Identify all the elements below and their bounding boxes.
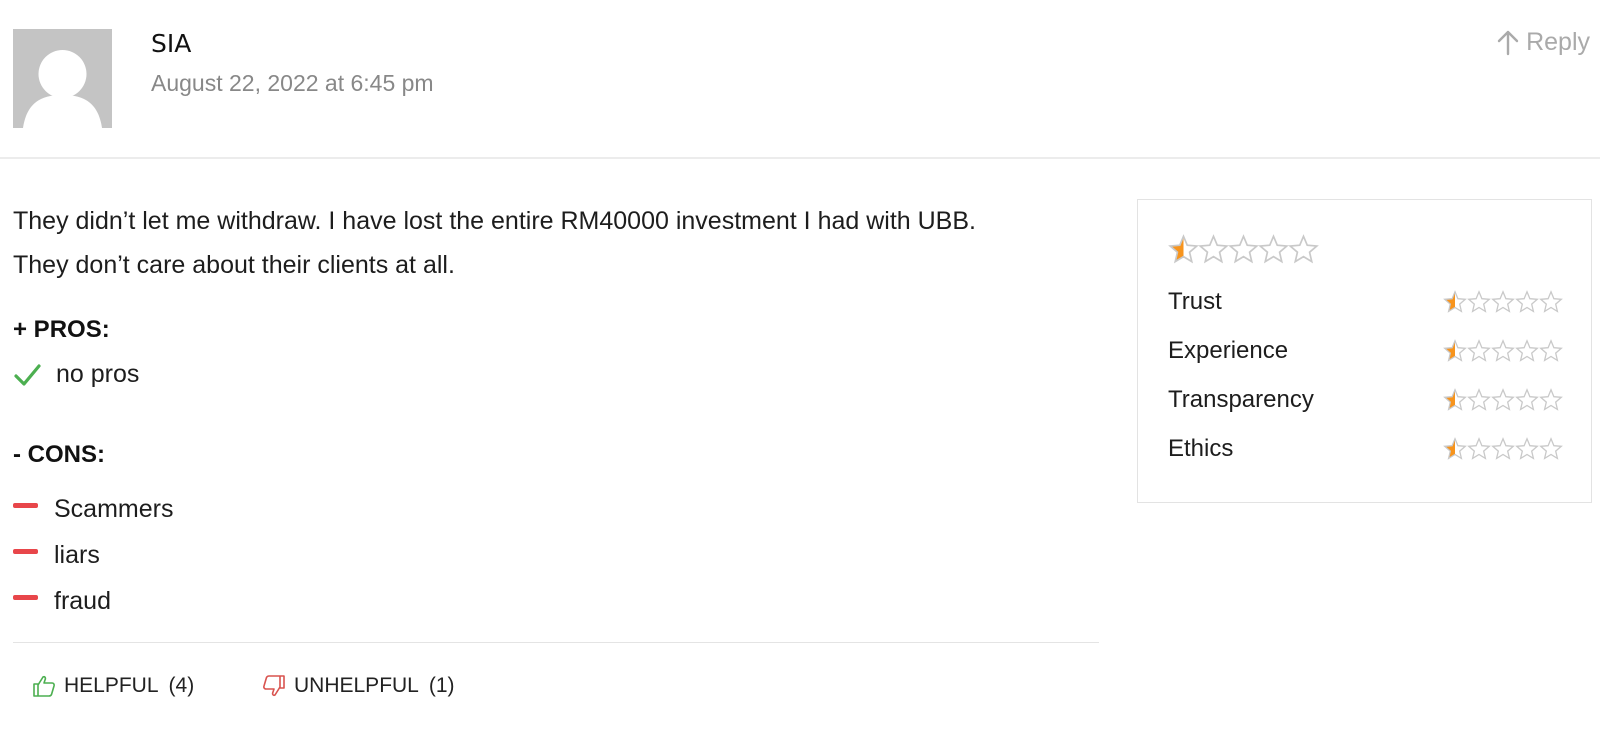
star-empty-icon (1539, 339, 1563, 362)
cons-item: liars (13, 541, 100, 570)
unhelpful-label: UNHELPFUL (294, 674, 419, 697)
star-empty-icon (1467, 437, 1491, 460)
rating-label: Trust (1168, 288, 1222, 315)
minus-icon (13, 595, 38, 600)
thumbs-up-icon (33, 675, 55, 697)
avatar (13, 29, 112, 128)
comment-date[interactable]: August 22, 2022 at 6:45 pm (151, 70, 434, 97)
default-user-avatar-icon (13, 29, 112, 128)
star-empty-icon (1515, 290, 1539, 313)
review-text-line: They don’t care about their clients at a… (13, 251, 455, 279)
rating-stars (1443, 388, 1563, 412)
star-empty-icon (1539, 290, 1563, 313)
minus-icon (13, 549, 38, 554)
unhelpful-button[interactable]: UNHELPFUL (1) (262, 674, 455, 698)
rating-row-ethics: Ethics (1168, 435, 1563, 463)
star-empty-icon (1198, 234, 1229, 264)
cons-item-label: Scammers (54, 495, 174, 523)
star-half-icon (1443, 339, 1467, 362)
comment-author: SIA (151, 29, 192, 58)
star-empty-icon (1467, 388, 1491, 411)
star-empty-icon (1515, 388, 1539, 411)
star-empty-icon (1515, 339, 1539, 362)
rating-stars (1443, 339, 1563, 363)
star-empty-icon (1539, 437, 1563, 460)
reply-button[interactable]: Reply (1496, 28, 1590, 57)
rating-row-transparency: Transparency (1168, 386, 1563, 414)
rating-row-trust: Trust (1168, 288, 1563, 316)
helpful-button[interactable]: HELPFUL (4) (32, 674, 194, 698)
thumbs-down-icon (263, 675, 285, 697)
pros-item-label: no pros (56, 360, 140, 388)
reply-label: Reply (1526, 28, 1590, 56)
star-empty-icon (1491, 339, 1515, 362)
rating-stars (1443, 437, 1563, 461)
star-empty-icon (1467, 290, 1491, 313)
star-half-icon (1443, 388, 1467, 411)
arrow-up-icon (1497, 30, 1519, 55)
helpful-label: HELPFUL (64, 674, 159, 697)
rating-label: Transparency (1168, 386, 1314, 413)
rating-label: Ethics (1168, 435, 1234, 462)
rating-label: Experience (1168, 337, 1289, 364)
star-empty-icon (1491, 437, 1515, 460)
cons-item: fraud (13, 587, 111, 616)
review-text: They didn’t let me withdraw. I have lost… (13, 199, 1098, 287)
rating-box: Trust Experience Transparency Ethics (1137, 199, 1592, 503)
unhelpful-count: (1) (428, 674, 455, 697)
star-empty-icon (1491, 388, 1515, 411)
rating-row-experience: Experience (1168, 337, 1563, 365)
cons-item-label: liars (54, 541, 100, 569)
star-half-icon (1443, 437, 1467, 460)
star-empty-icon (1228, 234, 1259, 264)
cons-item: Scammers (13, 495, 173, 524)
check-icon (14, 363, 41, 386)
pros-item: no pros (13, 360, 139, 389)
star-half-icon (1443, 290, 1467, 313)
star-empty-icon (1491, 290, 1515, 313)
star-half-icon (1168, 234, 1199, 264)
minus-icon (13, 503, 38, 508)
review-text-line: They didn’t let me withdraw. I have lost… (13, 207, 976, 235)
star-empty-icon (1258, 234, 1289, 264)
helpful-count: (4) (168, 674, 195, 697)
cons-item-label: fraud (54, 587, 111, 615)
pros-title: + PROS: (13, 316, 110, 343)
rating-stars (1443, 290, 1563, 314)
cons-title: - CONS: (13, 441, 105, 468)
header-divider (0, 157, 1600, 159)
review-divider (13, 642, 1099, 643)
overall-rating-stars (1168, 234, 1319, 265)
star-empty-icon (1288, 234, 1319, 264)
star-empty-icon (1515, 437, 1539, 460)
star-empty-icon (1467, 339, 1491, 362)
star-empty-icon (1539, 388, 1563, 411)
